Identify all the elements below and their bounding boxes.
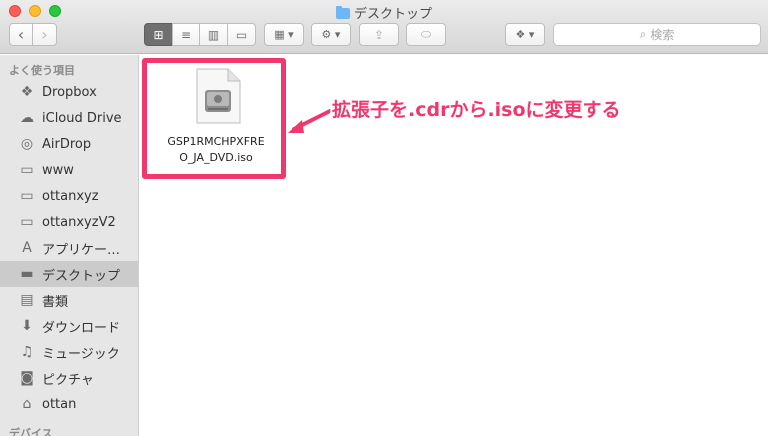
titlebar: デスクトップ ‹ › ⊞ ≡ ▥ ▭ ▦ ▾ ⚙ ▾ ⇪ ⬭ ❖ ▾ ⌕ 検索: [0, 0, 768, 54]
dropbox-icon: ❖ ▾: [515, 28, 535, 41]
window-title-text: デスクトップ: [353, 7, 432, 22]
search-field[interactable]: ⌕ 検索: [553, 23, 761, 46]
arrange-button[interactable]: ▦ ▾: [264, 23, 304, 46]
home-icon: ⌂: [22, 396, 32, 412]
action-button[interactable]: ⚙ ▾: [311, 23, 351, 46]
folder-icon: [335, 6, 350, 19]
finder-window: デスクトップ ‹ › ⊞ ≡ ▥ ▭ ▦ ▾ ⚙ ▾ ⇪ ⬭ ❖ ▾ ⌕ 検索 …: [0, 0, 768, 436]
share-icon: ⇪: [373, 27, 385, 42]
sidebar-item-label: ダウンロード: [42, 320, 121, 336]
disk-image-icon: [196, 68, 241, 124]
sidebar-item-label: ottan: [42, 396, 77, 412]
sidebar-item-label: ottanxyzV2: [42, 214, 116, 230]
sidebar-item-airdrop[interactable]: ◎ AirDrop: [0, 131, 138, 157]
sidebar-item-label: ottanxyz: [42, 188, 99, 204]
coverflow-view-icon: ▭: [235, 27, 248, 42]
list-view-button[interactable]: ≡: [172, 23, 200, 46]
cloud-icon: ☁: [20, 110, 34, 126]
sidebar-item-label: デスクトップ: [42, 268, 121, 284]
sidebar-item-label: ピクチャ: [42, 372, 94, 388]
sidebar-item-music[interactable]: ♫ ミュージック: [0, 339, 138, 365]
sidebar-item-label: AirDrop: [42, 136, 92, 152]
sidebar-item-label: iCloud Drive: [42, 110, 122, 126]
sidebar-item-label: ミュージック: [42, 346, 120, 362]
icon-view-button[interactable]: ⊞: [144, 23, 173, 46]
sidebar: よく使う項目 ❖ Dropbox ☁ iCloud Drive ◎ AirDro…: [0, 55, 139, 436]
file-name-line1: GSP1RMCHPXFRE: [167, 135, 265, 148]
chevron-right-icon: ›: [41, 25, 48, 44]
share-button[interactable]: ⇪: [359, 23, 399, 46]
sidebar-item-home[interactable]: ⌂ ottan: [0, 391, 138, 417]
sidebar-heading-favorites: よく使う項目: [9, 64, 75, 77]
folder-icon: ▭: [20, 188, 34, 204]
sidebar-item-downloads[interactable]: ⬇ ダウンロード: [0, 313, 138, 339]
list-view-icon: ≡: [180, 27, 192, 42]
desktop-icon: ▬: [20, 266, 34, 282]
sidebar-item-label: Dropbox: [42, 84, 97, 100]
dropbox-button[interactable]: ❖ ▾: [505, 23, 545, 46]
annotation-arrow: [288, 109, 332, 133]
music-icon: ♫: [20, 344, 34, 360]
sidebar-heading-devices: デバイス: [9, 427, 53, 436]
dropbox-icon: ❖: [20, 84, 34, 100]
forward-button[interactable]: ›: [32, 23, 57, 46]
file-browser-area[interactable]: GSP1RMCHPXFRE O_JA_DVD.iso 拡張子を.cdrから.is…: [140, 55, 768, 436]
sidebar-item-pictures[interactable]: ◙ ピクチャ: [0, 365, 138, 391]
file-item[interactable]: GSP1RMCHPXFRE O_JA_DVD.iso: [142, 58, 290, 179]
folder-icon: ▭: [20, 214, 34, 230]
sidebar-item-label: アプリケー…: [42, 242, 121, 258]
sidebar-item-ottanxyz[interactable]: ▭ ottanxyz: [0, 183, 138, 209]
sidebar-item-applications[interactable]: A アプリケー…: [0, 235, 138, 261]
column-view-button[interactable]: ▥: [199, 23, 228, 46]
sidebar-item-desktop[interactable]: ▬ デスクトップ: [0, 261, 138, 287]
search-placeholder: 検索: [650, 28, 675, 42]
sidebar-item-dropbox[interactable]: ❖ Dropbox: [0, 79, 138, 105]
documents-icon: ▤: [20, 292, 34, 308]
tag-icon: ⬭: [420, 27, 432, 41]
grid-view-icon: ⊞: [153, 27, 164, 42]
applications-icon: A: [22, 240, 32, 256]
window-title: デスクトップ: [0, 3, 768, 22]
coverflow-view-button[interactable]: ▭: [227, 23, 256, 46]
sidebar-item-documents[interactable]: ▤ 書類: [0, 287, 138, 313]
folder-icon: ▭: [20, 162, 34, 178]
tags-button[interactable]: ⬭: [406, 23, 446, 46]
sidebar-item-label: www: [42, 162, 74, 178]
sidebar-item-ottanxyzv2[interactable]: ▭ ottanxyzV2: [0, 209, 138, 235]
sidebar-item-icloud-drive[interactable]: ☁ iCloud Drive: [0, 105, 138, 131]
file-name: GSP1RMCHPXFRE O_JA_DVD.iso: [142, 134, 290, 166]
search-icon: ⌕: [639, 27, 647, 41]
back-button[interactable]: ‹: [9, 23, 33, 46]
column-view-icon: ▥: [207, 27, 220, 42]
sidebar-item-label: 書類: [42, 294, 69, 310]
camera-icon: ◙: [20, 370, 34, 386]
airdrop-icon: ◎: [20, 136, 34, 152]
sidebar-item-www[interactable]: ▭ www: [0, 157, 138, 183]
download-icon: ⬇: [21, 318, 33, 334]
chevron-left-icon: ‹: [17, 25, 25, 44]
annotation-text: 拡張子を.cdrから.isoに変更する: [332, 99, 621, 121]
gear-icon: ⚙ ▾: [321, 28, 341, 41]
file-name-line2: O_JA_DVD.iso: [179, 151, 253, 164]
arrange-icon: ▦ ▾: [274, 28, 294, 41]
